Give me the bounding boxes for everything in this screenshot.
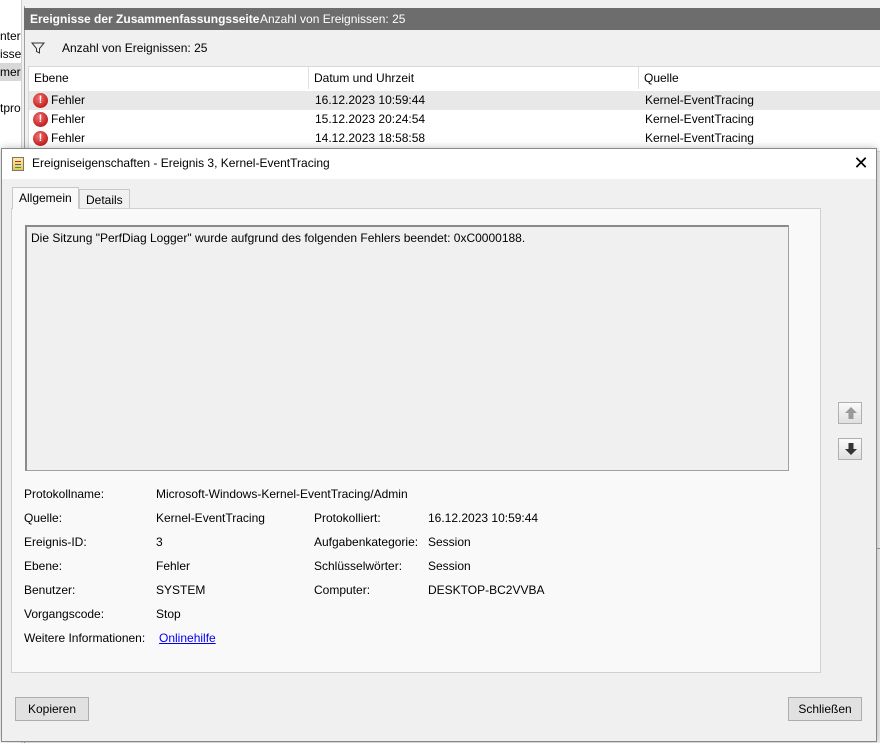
benutzer-value: SYSTEM (156, 583, 206, 597)
copy-button[interactable]: Kopieren (15, 697, 89, 721)
tab-details[interactable]: Details (79, 189, 130, 209)
row-datetime: 14.12.2023 18:58:58 (315, 131, 426, 145)
event-viewer-app-icon (12, 157, 24, 171)
weitere-informationen-label: Weitere Informationen: (24, 631, 146, 645)
quelle-label: Quelle: (24, 511, 63, 525)
aufgabenkategorie-label: Aufgabenkategorie: (314, 535, 419, 549)
error-icon: ! (33, 131, 48, 146)
protokolliert-label: Protokolliert: (314, 511, 381, 525)
arrow-down-icon (845, 443, 857, 455)
dialog-titlebar[interactable]: Ereigniseigenschaften - Ereignis 3, Kern… (2, 149, 876, 179)
table-row[interactable]: ! Fehler 15.12.2023 20:24:54 Kernel-Even… (29, 110, 880, 129)
ebene-label: Ebene: (24, 559, 63, 573)
row-level: Fehler (51, 131, 86, 145)
ereignis-id-value: 3 (156, 535, 163, 549)
quelle-value: Kernel-EventTracing (156, 511, 265, 525)
event-properties-dialog: Ereigniseigenschaften - Ereignis 3, Kern… (1, 148, 877, 742)
row-level: Fehler (51, 93, 86, 107)
close-icon[interactable]: ✕ (846, 149, 876, 179)
column-header-datetime[interactable]: Datum und Uhrzeit (309, 67, 639, 89)
row-source: Kernel-EventTracing (645, 93, 754, 107)
aufgabenkategorie-value: Session (428, 535, 471, 549)
dialog-title: Ereigniseigenschaften - Ereignis 3, Kern… (32, 156, 330, 170)
tree-item-fragment[interactable]: nter (0, 27, 21, 45)
tree-item-fragment[interactable]: tpro (0, 99, 21, 117)
table-row[interactable]: ! Fehler 14.12.2023 18:58:58 Kernel-Even… (29, 129, 880, 148)
event-message-box[interactable]: Die Sitzung "PerfDiag Logger" wurde aufg… (25, 225, 789, 471)
previous-event-button[interactable] (838, 402, 862, 424)
tab-allgemein[interactable]: Allgemein (12, 187, 79, 209)
filter-count-text: Anzahl von Ereignissen: 25 (62, 41, 208, 55)
column-header-level[interactable]: Ebene (29, 67, 309, 89)
next-event-button[interactable] (838, 438, 862, 460)
filter-bar: Anzahl von Ereignissen: 25 (24, 36, 880, 62)
events-table: Ebene Datum und Uhrzeit Quelle ! Fehler … (28, 66, 880, 152)
event-message-text: Die Sitzung "PerfDiag Logger" wurde aufg… (31, 231, 526, 245)
row-source: Kernel-EventTracing (645, 112, 754, 126)
ereignis-id-label: Ereignis-ID: (24, 535, 87, 549)
ebene-value: Fehler (156, 559, 191, 573)
schluesselwoerter-value: Session (428, 559, 471, 573)
protokollname-label: Protokollname: (24, 487, 105, 501)
vorgangscode-value: Stop (156, 607, 181, 621)
error-icon: ! (33, 112, 48, 127)
arrow-up-icon (845, 407, 857, 419)
onlinehilfe-link[interactable]: Onlinehilfe (159, 631, 216, 645)
row-datetime: 15.12.2023 20:24:54 (315, 112, 426, 126)
close-button[interactable]: Schließen (788, 697, 862, 721)
computer-value: DESKTOP-BC2VVBA (428, 583, 545, 597)
summary-events-count: Anzahl von Ereignissen: 25 (260, 12, 406, 26)
table-row[interactable]: ! Fehler 16.12.2023 10:59:44 Kernel-Even… (29, 91, 880, 110)
tree-item-fragment-selected[interactable]: mer (0, 63, 21, 81)
error-icon: ! (33, 93, 48, 108)
protokollname-value: Microsoft-Windows-Kernel-EventTracing/Ad… (156, 487, 408, 501)
tree-item-fragment[interactable]: isse (0, 45, 21, 63)
summary-events-header: Ereignisse der Zusammenfassungsseite Anz… (24, 8, 880, 30)
row-source: Kernel-EventTracing (645, 131, 754, 145)
summary-events-title: Ereignisse der Zusammenfassungsseite (30, 12, 260, 26)
filter-icon[interactable] (30, 40, 46, 56)
benutzer-label: Benutzer: (24, 583, 76, 597)
schluesselwoerter-label: Schlüsselwörter: (314, 559, 403, 573)
row-datetime: 16.12.2023 10:59:44 (315, 93, 426, 107)
vorgangscode-label: Vorgangscode: (24, 607, 105, 621)
protokolliert-value: 16.12.2023 10:59:44 (428, 511, 539, 525)
computer-label: Computer: (314, 583, 371, 597)
row-level: Fehler (51, 112, 86, 126)
column-header-source[interactable]: Quelle (639, 67, 880, 89)
